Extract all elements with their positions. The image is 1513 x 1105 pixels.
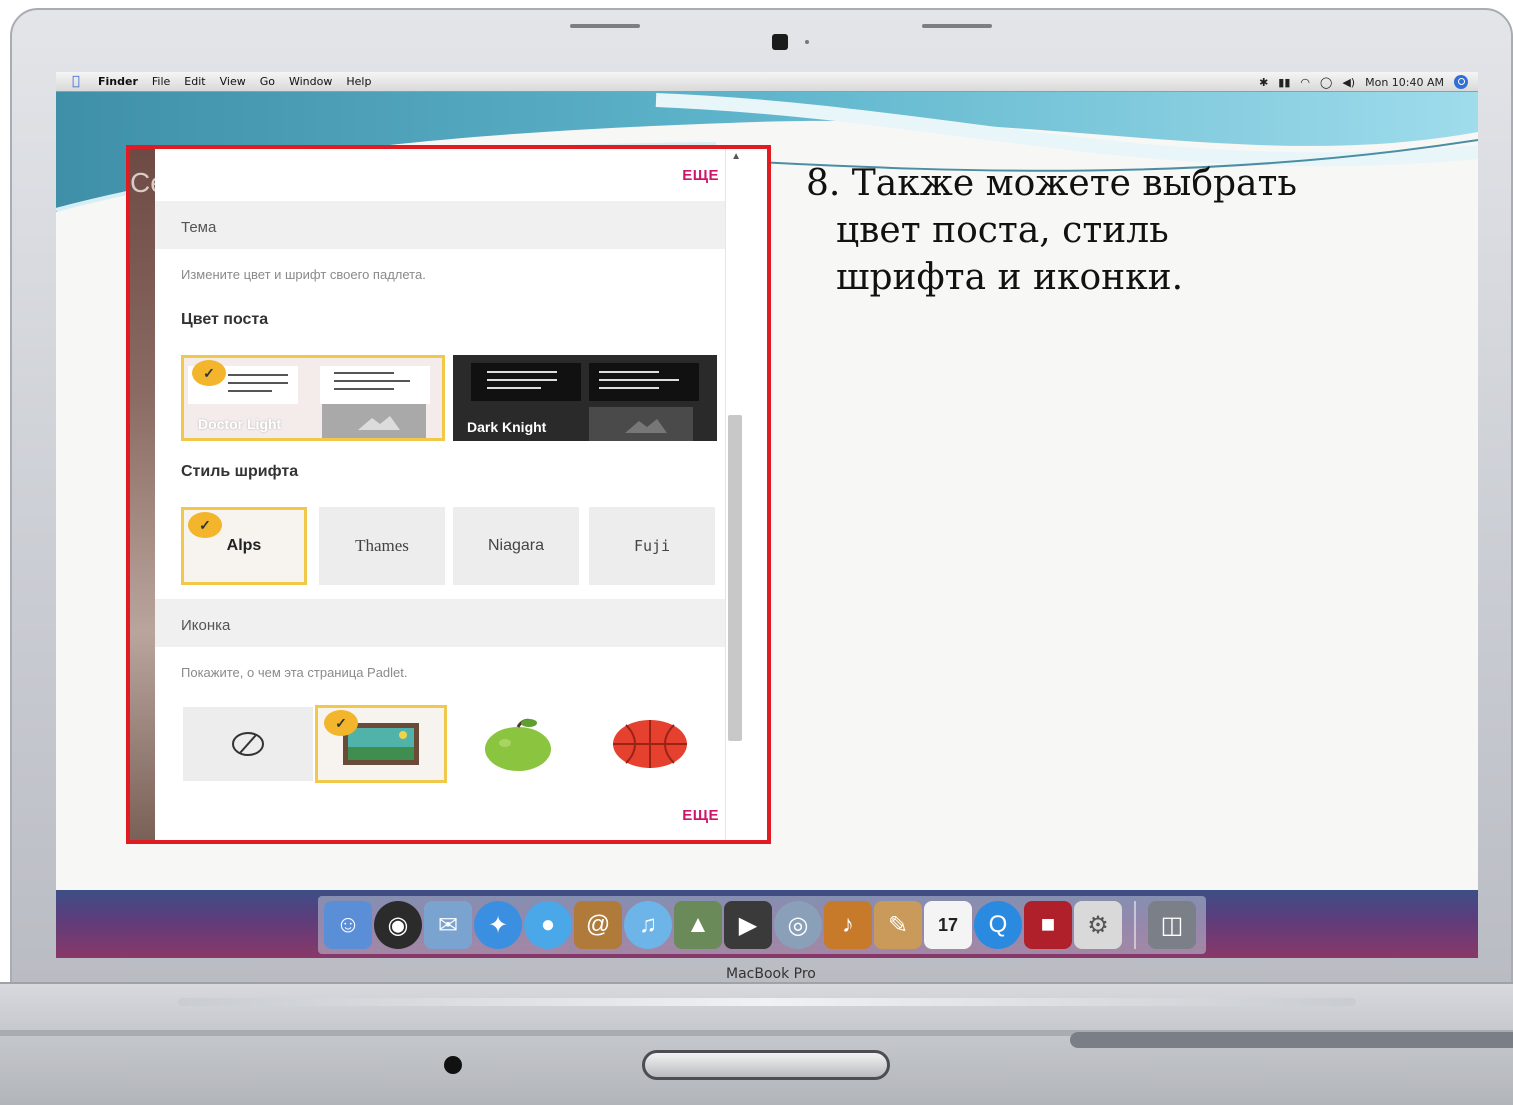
bluetooth-icon[interactable]: ✱: [1259, 76, 1268, 89]
safari-icon[interactable]: ✦: [474, 901, 522, 949]
panel-background-strip: Се: [130, 149, 166, 840]
more-link-top[interactable]: ЕЩЕ: [682, 167, 719, 184]
theme-section-title: Тема: [181, 219, 217, 236]
none-icon: [232, 732, 264, 756]
icon-option-apple[interactable]: [453, 707, 583, 781]
clock[interactable]: Mon 10:40 AM: [1365, 76, 1444, 89]
menu-view[interactable]: View: [220, 75, 246, 88]
icon-option-none[interactable]: [183, 707, 313, 781]
icon-section-header: [155, 599, 745, 647]
lid-latch-right: [922, 24, 992, 28]
iweb-icon[interactable]: ✎: [874, 901, 922, 949]
icon-section-title: Иконка: [181, 617, 231, 634]
idvd-icon[interactable]: ◎: [774, 901, 822, 949]
mail-icon[interactable]: ✉: [424, 901, 472, 949]
font-option-alps-label: Alps: [226, 537, 262, 554]
garageband-icon[interactable]: ♪: [824, 901, 872, 949]
laptop-side-slot: [1070, 1032, 1513, 1048]
font-option-thames[interactable]: Thames: [319, 507, 445, 585]
instruction-text: 8. Также можете выбрать цвет поста, стил…: [806, 160, 1446, 301]
font-option-alps[interactable]: ✓ Alps: [181, 507, 307, 585]
post-color-doctor-light[interactable]: ✓ Doctor Light: [181, 355, 445, 441]
ical-icon[interactable]: 17: [924, 901, 972, 949]
finder-icon[interactable]: ☺: [324, 901, 372, 949]
font-option-niagara[interactable]: Niagara: [453, 507, 579, 585]
icon-option-picture[interactable]: ✓: [315, 705, 447, 783]
settings-panel-screenshot: Се ЕЩЕ Тема Измените цвет и шрифт своего…: [126, 145, 771, 844]
laptop-brand-label: MacBook Pro: [726, 966, 816, 982]
apple-menu-icon[interactable]: : [72, 74, 86, 89]
iphoto-icon[interactable]: ▲: [674, 901, 722, 949]
selected-check-icon: ✓: [188, 512, 222, 538]
dock: ☺ ◉ ✉ ✦ ● @ ♫ ▲ ▶ ◎ ♪ ✎ 17 Q ■ ⚙ ◫: [318, 896, 1206, 954]
menu-help[interactable]: Help: [346, 75, 371, 88]
spotlight-icon[interactable]: [1454, 75, 1468, 89]
laptop-latch: [642, 1050, 890, 1080]
address-book-icon[interactable]: @: [574, 901, 622, 949]
camera-icon: [772, 34, 788, 50]
font-option-fuji-label: Fuji: [633, 537, 671, 555]
time-machine-icon[interactable]: ◯: [1320, 76, 1332, 89]
instruction-line-2: цвет поста, стиль: [836, 210, 1169, 251]
battery-icon[interactable]: ▮▮: [1278, 76, 1290, 89]
screen:  Finder File Edit View Go Window Help ✱…: [56, 72, 1478, 958]
instruction-line-3: шрифта и иконки.: [836, 257, 1184, 298]
menu-bar:  Finder File Edit View Go Window Help ✱…: [56, 72, 1478, 92]
preview-image-icon: [322, 404, 426, 438]
selected-check-icon: ✓: [324, 710, 358, 736]
ichat-icon[interactable]: ●: [524, 901, 572, 949]
system-preferences-icon[interactable]: ⚙: [1074, 901, 1122, 949]
settings-panel: ЕЩЕ Тема Измените цвет и шрифт своего па…: [155, 149, 745, 840]
volume-icon[interactable]: ◀): [1342, 76, 1355, 89]
post-color-label: Цвет поста: [181, 311, 269, 328]
menu-extras: ✱ ▮▮ ◠ ◯ ◀) Mon 10:40 AM: [1259, 72, 1468, 92]
menu-go[interactable]: Go: [260, 75, 275, 88]
dock-separator: [1134, 901, 1136, 949]
preview-post-image: [320, 366, 430, 404]
laptop-hinge: [178, 998, 1356, 1006]
imovie-icon[interactable]: ▶: [724, 901, 772, 949]
lid-latch-left: [570, 24, 640, 28]
trash-icon[interactable]: ◫: [1148, 901, 1196, 949]
basketball-icon: [613, 720, 687, 768]
preview-image-icon-dark: [589, 407, 693, 441]
icon-section-description: Покажите, о чем эта страница Padlet.: [181, 665, 408, 680]
post-color-dark-knight[interactable]: Dark Knight: [453, 355, 717, 441]
menu-window[interactable]: Window: [289, 75, 332, 88]
preview-post-image-dark: [589, 363, 699, 401]
quicktime-icon[interactable]: Q: [974, 901, 1022, 949]
menu-finder[interactable]: Finder: [98, 75, 138, 88]
wifi-icon[interactable]: ◠: [1300, 76, 1310, 89]
power-led-icon: [444, 1056, 462, 1074]
post-color-doctor-light-label: Doctor Light: [198, 416, 282, 432]
theme-section-description: Измените цвет и шрифт своего падлета.: [181, 267, 426, 282]
font-option-niagara-label: Niagara: [487, 537, 545, 554]
instruction-line-1: 8. Также можете выбрать: [806, 163, 1298, 204]
apple-icon: [485, 718, 551, 771]
icon-option-basketball[interactable]: [585, 707, 715, 781]
more-link-bottom[interactable]: ЕЩЕ: [682, 807, 719, 824]
preview-post-text-dark: [471, 363, 581, 401]
front-row-icon[interactable]: ■: [1024, 901, 1072, 949]
dashboard-icon[interactable]: ◉: [374, 901, 422, 949]
font-style-label: Стиль шрифта: [181, 463, 299, 480]
panel-scrollbar[interactable]: ▲: [725, 149, 745, 840]
camera-indicator: [805, 40, 809, 44]
font-option-fuji[interactable]: Fuji: [589, 507, 715, 585]
theme-section-header: [155, 201, 745, 249]
itunes-icon[interactable]: ♫: [624, 901, 672, 949]
menu-file[interactable]: File: [152, 75, 170, 88]
laptop-base: [0, 982, 1513, 1105]
scroll-up-icon[interactable]: ▲: [731, 151, 741, 162]
menu-edit[interactable]: Edit: [184, 75, 205, 88]
scrollbar-thumb[interactable]: [728, 415, 742, 741]
font-option-thames-label: Thames: [355, 536, 409, 555]
post-color-dark-knight-label: Dark Knight: [467, 419, 547, 435]
selected-check-icon: ✓: [192, 360, 226, 386]
slide: 8. Также можете выбрать цвет поста, стил…: [56, 92, 1478, 890]
desktop-bottom: ☺ ◉ ✉ ✦ ● @ ♫ ▲ ▶ ◎ ♪ ✎ 17 Q ■ ⚙ ◫: [56, 890, 1478, 958]
